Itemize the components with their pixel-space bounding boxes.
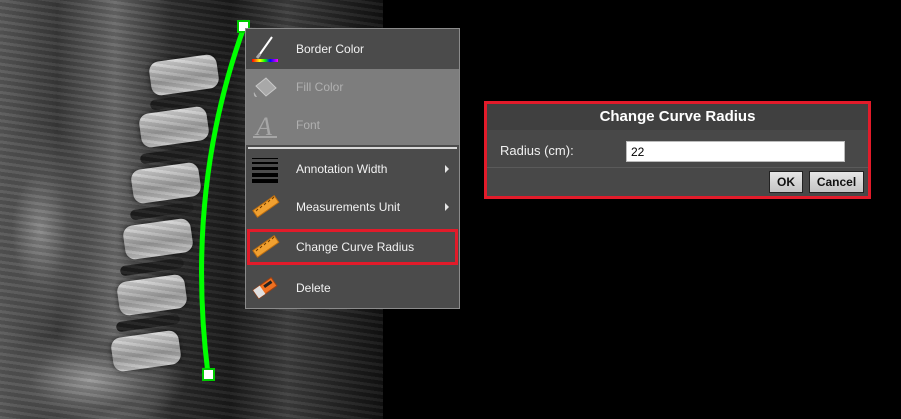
dialog-divider (487, 167, 868, 168)
menu-item-label: Border Color (296, 42, 365, 56)
font-a-icon: A (246, 106, 284, 144)
submenu-arrow-icon (445, 165, 449, 173)
highlight-box (247, 229, 458, 265)
svg-text:A: A (254, 112, 272, 140)
change-curve-radius-dialog: Change Curve Radius Radius (cm): OK Canc… (484, 101, 871, 199)
radius-label: Radius (cm): (500, 143, 574, 158)
menu-item-label: Delete (296, 281, 331, 295)
dialog-title: Change Curve Radius (487, 104, 868, 130)
curve-handle-end[interactable] (202, 368, 215, 381)
menu-item-border-color[interactable]: Border Color (246, 30, 459, 68)
line-width-icon (246, 150, 284, 188)
radius-input[interactable] (626, 141, 845, 162)
menu-item-measurements-unit[interactable]: Measurements Unit (246, 188, 459, 226)
menu-item-font: A Font (246, 106, 459, 144)
ruler-icon (246, 188, 284, 226)
paint-bucket-icon (246, 68, 284, 106)
curve-line[interactable] (199, 26, 247, 375)
submenu-arrow-icon (445, 203, 449, 211)
context-menu: Border Color Fill Color A Font Annotatio… (245, 28, 460, 309)
menu-item-label: Fill Color (296, 80, 344, 94)
menu-item-fill-color: Fill Color (246, 68, 459, 106)
menu-item-label: Annotation Width (296, 162, 388, 176)
brush-palette-icon (246, 30, 284, 68)
menu-separator (248, 147, 457, 149)
menu-item-label: Font (296, 118, 321, 132)
eraser-icon (246, 269, 284, 307)
menu-item-delete[interactable]: Delete (246, 269, 459, 307)
ok-button[interactable]: OK (769, 171, 803, 193)
menu-item-annotation-width[interactable]: Annotation Width (246, 150, 459, 188)
menu-item-label: Measurements Unit (296, 200, 401, 214)
cancel-button[interactable]: Cancel (809, 171, 864, 193)
